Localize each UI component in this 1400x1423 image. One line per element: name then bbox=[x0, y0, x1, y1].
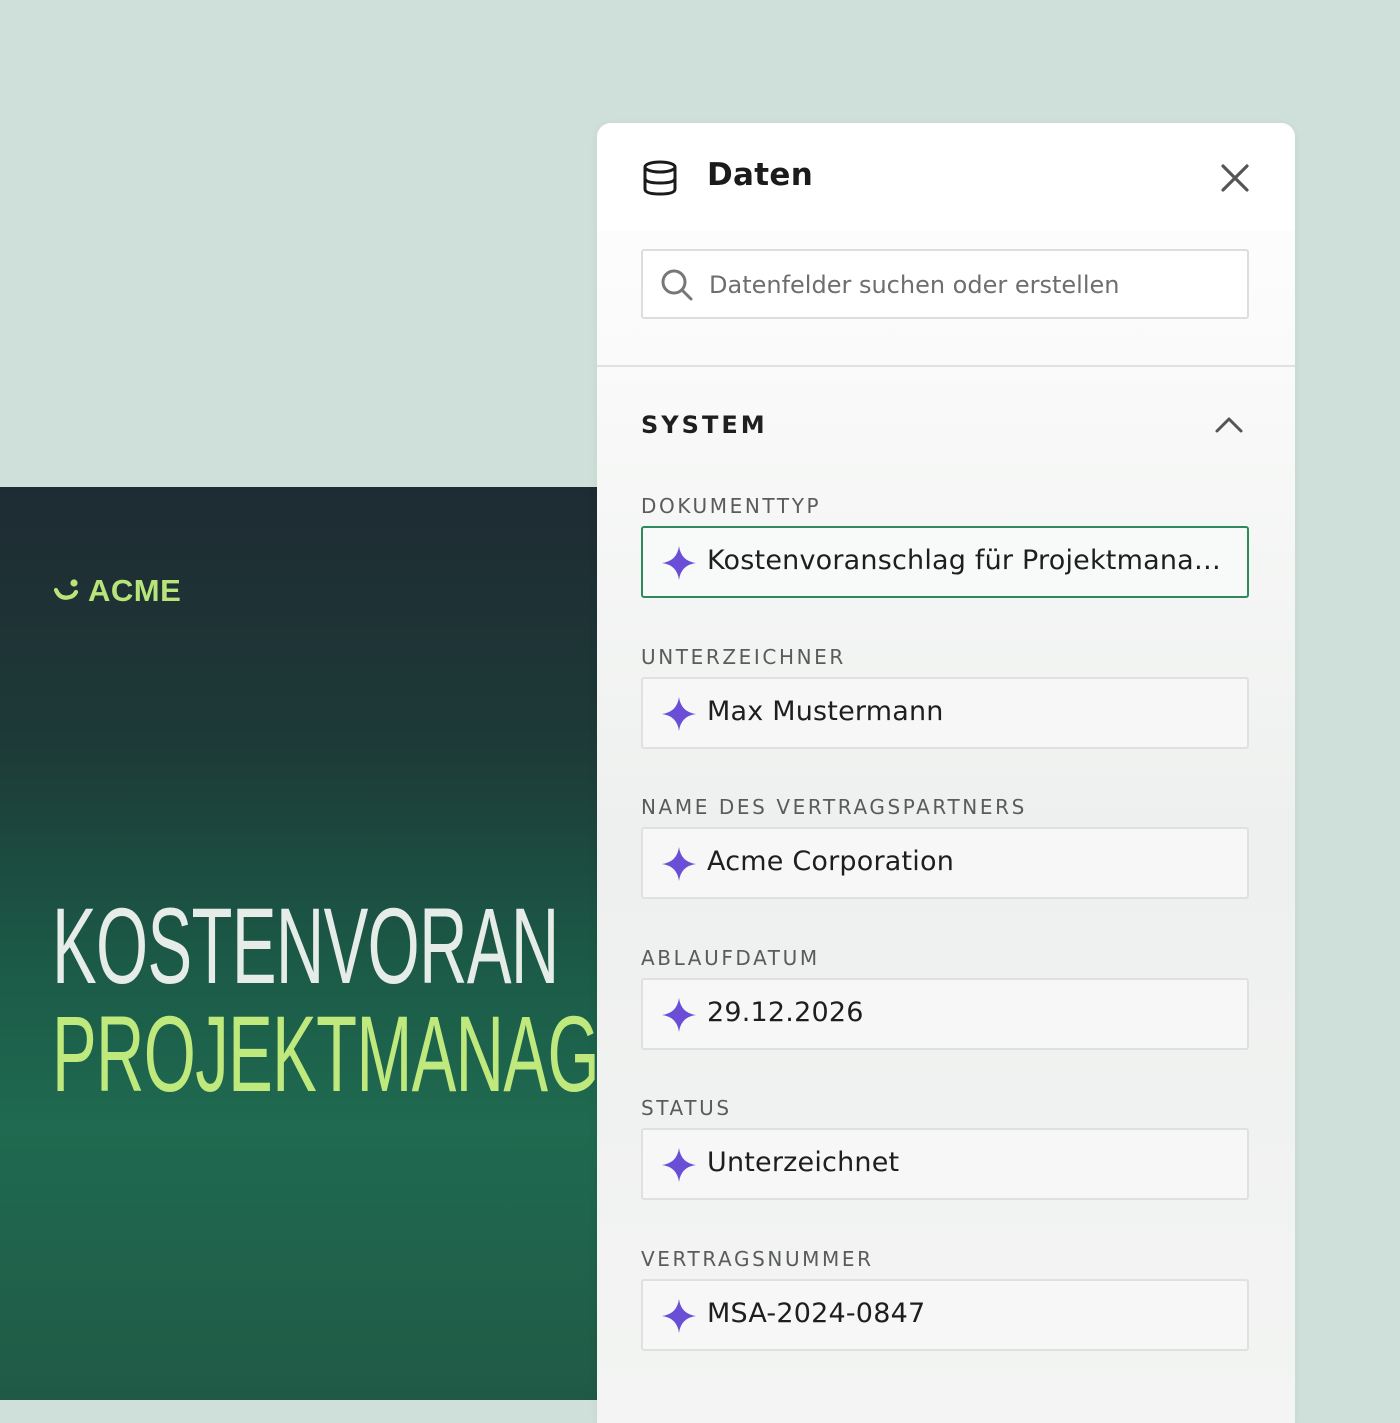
field-value: Unterzeichnet bbox=[707, 1147, 900, 1178]
field-value: Acme Corporation bbox=[707, 846, 955, 877]
field-vertragspartner[interactable]: Acme Corporation bbox=[641, 827, 1249, 899]
field-value: MSA-2024-0847 bbox=[707, 1298, 926, 1329]
field-ablaufdatum[interactable]: 29.12.2026 bbox=[641, 978, 1249, 1050]
acme-logo: ACME bbox=[52, 573, 181, 609]
field-label-unterzeichner: UNTERZEICHNER bbox=[641, 645, 846, 669]
document-title: KOSTENVORAN PROJEKTMANAG bbox=[52, 885, 600, 1114]
field-label-vertragspartner: NAME DES VERTRAGSPARTNERS bbox=[641, 795, 1027, 819]
document-preview: ACME KOSTENVORAN PROJEKTMANAG bbox=[0, 487, 620, 1400]
search-field[interactable] bbox=[641, 249, 1249, 319]
field-unterzeichner[interactable]: Max Mustermann bbox=[641, 677, 1249, 749]
divider bbox=[597, 365, 1295, 367]
field-value: 29.12.2026 bbox=[707, 997, 864, 1028]
field-label-status: STATUS bbox=[641, 1096, 732, 1120]
logo-text: ACME bbox=[88, 573, 182, 608]
search-input[interactable] bbox=[707, 263, 1231, 307]
document-title-line2: PROJEKTMANAG bbox=[52, 993, 600, 1114]
field-value: Kostenvoranschlag für Projektmanagement bbox=[707, 545, 1233, 576]
search-icon bbox=[661, 269, 693, 301]
field-dokumenttyp[interactable]: Kostenvoranschlag für Projektmanagement bbox=[641, 526, 1249, 598]
sparkle-icon bbox=[662, 847, 696, 881]
smile-logo-icon bbox=[53, 579, 79, 600]
sparkle-icon bbox=[662, 998, 696, 1032]
field-vertragsnummer[interactable]: MSA-2024-0847 bbox=[641, 1279, 1249, 1351]
field-status[interactable]: Unterzeichnet bbox=[641, 1128, 1249, 1200]
close-icon[interactable] bbox=[1215, 158, 1255, 198]
chevron-up-icon[interactable] bbox=[1209, 409, 1249, 441]
field-value: Max Mustermann bbox=[707, 696, 944, 727]
section-title-system: SYSTEM bbox=[641, 411, 768, 439]
document-title-line1: KOSTENVORAN bbox=[52, 885, 559, 1006]
sparkle-icon bbox=[662, 697, 696, 731]
field-label-ablaufdatum: ABLAUFDATUM bbox=[641, 946, 820, 970]
sparkle-icon bbox=[662, 1299, 696, 1333]
panel-title: Daten bbox=[707, 157, 814, 193]
data-panel: Daten SYSTEM DOKUMENTTYP Kostenvoranschl… bbox=[597, 123, 1295, 1423]
sparkle-icon bbox=[662, 1148, 696, 1182]
database-icon bbox=[643, 160, 677, 196]
field-label-vertragsnummer: VERTRAGSNUMMER bbox=[641, 1247, 874, 1271]
panel-header: Daten bbox=[597, 123, 1295, 231]
field-label-dokumenttyp: DOKUMENTTYP bbox=[641, 494, 822, 518]
sparkle-icon bbox=[662, 546, 696, 580]
